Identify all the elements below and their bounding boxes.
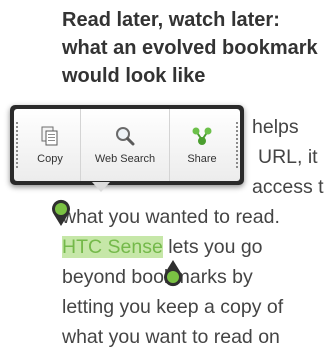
body-line: letting you keep a copy of	[62, 296, 284, 318]
copy-button[interactable]: Copy	[20, 109, 81, 181]
share-icon	[192, 127, 212, 145]
screen: Read later, watch later: what an evolved…	[0, 0, 336, 351]
copy-icon	[41, 126, 58, 146]
body-line: what you want to read on	[62, 326, 280, 348]
headline-line: what an evolved bookmark	[62, 37, 318, 59]
headline-line: would look like	[62, 65, 206, 87]
share-label: Share	[187, 153, 217, 165]
web-search-label: Web Search	[94, 153, 156, 165]
body-line: HTC Sense lets you go	[62, 236, 263, 258]
body-line: beyond bookmarks by	[62, 266, 253, 288]
popup-menu: Copy Web Search Share	[14, 109, 240, 181]
text-selection-popup: Copy Web Search Share	[10, 105, 244, 185]
web-search-button[interactable]: Web Search	[81, 109, 170, 181]
search-icon	[116, 127, 135, 146]
share-button[interactable]: Share	[170, 109, 234, 181]
popup-grip-right	[234, 109, 240, 181]
article-header: Read later, watch later: what an evolved…	[62, 6, 336, 90]
headline-line: Read later, watch later:	[62, 9, 280, 31]
selection-end-handle-icon[interactable]	[162, 259, 184, 287]
body-line: what you wanted to read.	[62, 206, 280, 228]
selected-text[interactable]: HTC Sense	[62, 236, 163, 258]
selection-start-handle-icon[interactable]	[50, 199, 72, 227]
popup-pointer	[92, 182, 110, 192]
article-headline: Read later, watch later: what an evolved…	[62, 6, 336, 90]
copy-label: Copy	[37, 153, 63, 165]
